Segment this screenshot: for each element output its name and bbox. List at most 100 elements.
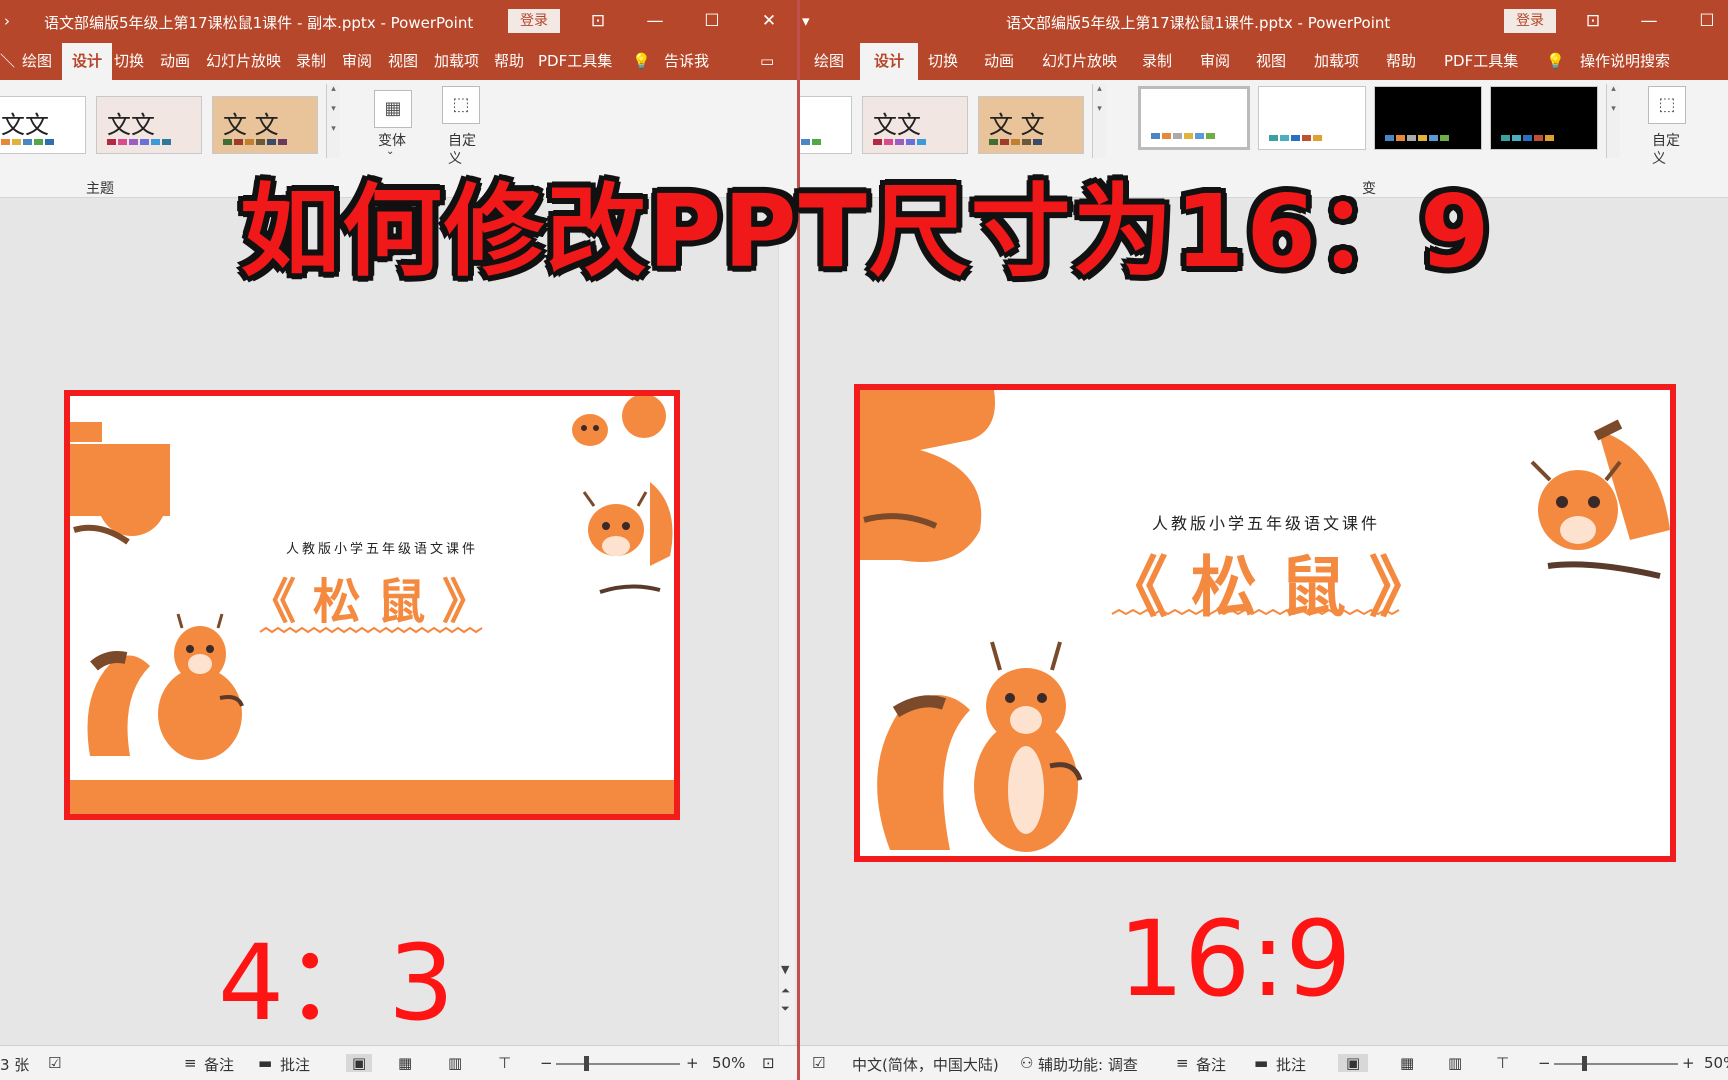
language-indicator[interactable]: 中文(简体，中国大陆): [852, 1054, 999, 1075]
zoom-slider-thumb[interactable]: [584, 1056, 589, 1071]
minimize-icon[interactable]: —: [642, 8, 668, 34]
variant-scroll[interactable]: ▴ ▾: [1606, 84, 1620, 158]
ribbon-display-icon[interactable]: ⊡: [1580, 8, 1606, 34]
tab-transitions[interactable]: 切换: [114, 43, 144, 80]
ratio-label-16x9: 16:9: [1118, 898, 1352, 1020]
overlay-title: 如何修改PPT尺寸为16：9: [240, 173, 1492, 290]
prev-slide-icon[interactable]: ⏶: [781, 984, 790, 998]
next-slide-icon[interactable]: ⏷: [781, 1002, 790, 1016]
slide-sorter-icon[interactable]: ▦: [398, 1054, 412, 1072]
accessibility-status[interactable]: 辅助功能: 调查: [1038, 1054, 1138, 1075]
zoom-level[interactable]: 50%: [1704, 1054, 1728, 1072]
tab-review[interactable]: 审阅: [342, 43, 372, 80]
zoom-slider[interactable]: [1554, 1063, 1678, 1065]
tab-slideshow[interactable]: 幻灯片放映: [206, 43, 281, 80]
tab-record[interactable]: 录制: [296, 43, 326, 80]
login-button[interactable]: 登录: [508, 9, 560, 33]
tab-addins[interactable]: 加载项: [1314, 43, 1359, 80]
tab-review[interactable]: 审阅: [1200, 43, 1230, 80]
maximize-icon[interactable]: ☐: [699, 8, 725, 34]
zoom-slider-thumb[interactable]: [1582, 1056, 1587, 1071]
tab-draw[interactable]: 绘图: [814, 43, 844, 80]
zoom-out-icon[interactable]: −: [540, 1054, 553, 1072]
reading-view-icon[interactable]: ▥: [1448, 1054, 1462, 1072]
zoom-in-icon[interactable]: +: [686, 1054, 699, 1072]
qat-chevron-icon[interactable]: ▾: [802, 12, 810, 30]
title-bar: ▾ 语文部编版5年级上第17课松鼠1课件.pptx - PowerPoint 登…: [800, 0, 1728, 43]
tab-design[interactable]: 设计: [860, 43, 919, 80]
tab-help[interactable]: 帮助: [1386, 43, 1416, 80]
theme-scroll[interactable]: ▴ ▾ ▾: [326, 84, 340, 158]
tab-addins[interactable]: 加载项: [434, 43, 479, 80]
scroll-down-icon[interactable]: ▼: [781, 963, 789, 976]
slideshow-icon[interactable]: ⊤: [1496, 1054, 1509, 1072]
tell-me-search[interactable]: 告诉我: [664, 43, 709, 80]
close-icon[interactable]: ✕: [756, 8, 782, 34]
comment-icon[interactable]: ▭: [760, 43, 774, 80]
theme-thumbnail[interactable]: 文文: [862, 96, 968, 154]
slide-sorter-icon[interactable]: ▦: [1400, 1054, 1414, 1072]
zoom-level[interactable]: 50%: [712, 1054, 745, 1072]
slide-count: 3 张: [0, 1056, 30, 1074]
ribbon-tabs: 绘图 设计 切换 动画 幻灯片放映 录制 审阅 视图 加载项 帮助 PDF工具集…: [800, 43, 1728, 80]
tab-design[interactable]: 设计: [62, 43, 113, 80]
variants-icon[interactable]: ▦: [374, 90, 412, 128]
back-icon[interactable]: ›: [4, 12, 10, 30]
tab-pdf-tools[interactable]: PDF工具集: [538, 43, 612, 80]
theme-thumbnail[interactable]: 文文: [96, 96, 202, 154]
normal-view-icon[interactable]: ▣: [1338, 1054, 1369, 1072]
lightbulb-icon: 💡: [632, 52, 651, 70]
lightbulb-icon: 💡: [1546, 52, 1565, 70]
accessibility-icon: ⚇: [1020, 1054, 1034, 1072]
tab-animations[interactable]: 动画: [984, 43, 1014, 80]
slide-title: 《 松 鼠 》: [1102, 549, 1435, 626]
theme-scroll[interactable]: ▴ ▾: [1092, 84, 1106, 158]
notes-button[interactable]: 备注: [1196, 1054, 1226, 1075]
reading-view-icon[interactable]: ▥: [448, 1054, 462, 1072]
zoom-slider[interactable]: [556, 1063, 680, 1065]
tab-record[interactable]: 录制: [1142, 43, 1172, 80]
accessibility-icon[interactable]: ☑: [812, 1054, 825, 1072]
slide-size-icon[interactable]: ⬚: [1648, 86, 1686, 124]
minimize-icon[interactable]: —: [1636, 8, 1662, 34]
tab-pdf-tools[interactable]: PDF工具集: [1444, 43, 1518, 80]
comments-icon: ▬: [1254, 1054, 1269, 1072]
variant-thumbnail[interactable]: [1490, 86, 1598, 150]
slide-title: 《 松 鼠 》: [248, 574, 491, 630]
theme-thumbnail[interactable]: 文 文: [978, 96, 1084, 154]
customize-label[interactable]: 自定: [448, 130, 476, 150]
comments-button[interactable]: 批注: [1276, 1054, 1306, 1075]
tab-help[interactable]: 帮助: [494, 43, 524, 80]
zoom-out-icon[interactable]: −: [1538, 1054, 1551, 1072]
variant-thumbnail[interactable]: [1374, 86, 1482, 150]
tab-draw[interactable]: 绘图: [22, 43, 52, 80]
tell-me-search[interactable]: 操作说明搜索: [1580, 43, 1670, 80]
slideshow-icon[interactable]: ⊤: [498, 1054, 511, 1072]
slide-16x9[interactable]: 人教版小学五年级语文课件 《 松 鼠 》: [854, 384, 1676, 862]
zoom-in-icon[interactable]: +: [1682, 1054, 1695, 1072]
ribbon-display-icon[interactable]: ⊡: [585, 8, 611, 34]
fit-slide-icon[interactable]: ⊡: [762, 1054, 775, 1072]
comments-button[interactable]: 批注: [280, 1054, 310, 1075]
vertical-scrollbar[interactable]: ▼ ⏶ ⏷: [778, 198, 795, 1045]
tab-slideshow[interactable]: 幻灯片放映: [1042, 43, 1117, 80]
maximize-icon[interactable]: ☐: [1694, 8, 1720, 34]
tab-transitions[interactable]: 切换: [928, 43, 958, 80]
normal-view-icon[interactable]: ▣: [346, 1054, 373, 1072]
tab-view[interactable]: 视图: [1256, 43, 1286, 80]
slide-subtitle: 人教版小学五年级语文课件: [286, 542, 479, 557]
variant-thumbnail[interactable]: [1258, 86, 1366, 150]
login-button[interactable]: 登录: [1504, 9, 1556, 33]
tab-view[interactable]: 视图: [388, 43, 418, 80]
theme-thumbnail[interactable]: 文 文: [212, 96, 318, 154]
accessibility-icon[interactable]: ☑: [48, 1054, 61, 1072]
customize-label[interactable]: 自定: [1652, 130, 1680, 150]
slide-size-icon[interactable]: ⬚: [442, 86, 480, 124]
tab-animations[interactable]: 动画: [160, 43, 190, 80]
variant-thumbnail[interactable]: [1138, 86, 1250, 150]
theme-thumbnail[interactable]: [800, 96, 852, 154]
status-bar: 3 张 ☑ ≡ 备注 ▬ 批注 ▣ ▦ ▥ ⊤ − + 50% ⊡: [0, 1045, 798, 1080]
theme-thumbnail[interactable]: 文文: [0, 96, 86, 154]
slide-4x3[interactable]: 人教版小学五年级语文课件 《 松 鼠 》: [64, 390, 680, 820]
notes-button[interactable]: 备注: [204, 1054, 234, 1075]
